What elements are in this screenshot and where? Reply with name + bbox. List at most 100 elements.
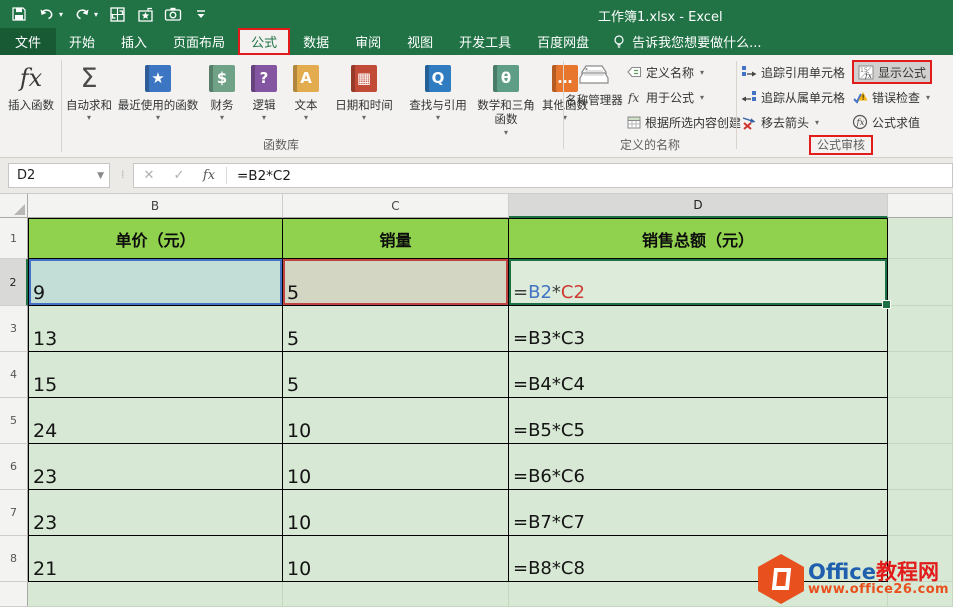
window-title: 工作簿1.xlsx - Excel — [598, 6, 723, 25]
watermark-suffix: 教程网 — [876, 560, 939, 584]
math-trig-icon: θ — [493, 65, 519, 92]
undo-icon[interactable] — [38, 5, 56, 23]
name-box-dropdown-icon[interactable]: ▼ — [97, 171, 104, 181]
cell-d7[interactable]: =B7*C7 — [509, 490, 888, 536]
cell-c3[interactable]: 5 — [283, 306, 509, 352]
chevron-down-icon: ▾ — [262, 113, 266, 122]
lookup-reference-button[interactable]: Q 查找与引用 ▾ — [401, 58, 475, 136]
watermark-brand: Office — [808, 560, 876, 584]
svg-text:fx: fx — [856, 118, 865, 128]
cell-b7[interactable]: 23 — [28, 490, 283, 536]
logical-button[interactable]: ? 逻辑 ▾ — [243, 58, 285, 136]
formula-input[interactable]: =B2*C2 — [233, 168, 291, 184]
trace-dependents-button[interactable]: 追踪从属单元格 — [741, 86, 845, 108]
tell-me-box[interactable]: 告诉我您想要做什么... — [602, 28, 771, 55]
worksheet-grid: B C D 1 单价（元） 销量 销售总额（元） 2 9 5 =B2*C2 3 … — [0, 194, 953, 607]
name-box[interactable]: D2 ▼ — [8, 163, 110, 188]
cell-c6[interactable]: 10 — [283, 444, 509, 490]
cell-d2-active[interactable]: =B2*C2 — [509, 259, 888, 306]
undo-dropdown-icon[interactable]: ▾ — [59, 10, 63, 19]
cell-c8[interactable]: 10 — [283, 536, 509, 582]
recent-functions-button[interactable]: ★ 最近使用的函数 ▾ — [115, 58, 201, 136]
cell-d1[interactable]: 销售总额（元） — [509, 218, 888, 259]
row-header-4[interactable]: 4 — [0, 352, 28, 398]
redo-dropdown-icon[interactable]: ▾ — [94, 10, 98, 19]
tab-formulas[interactable]: 公式 — [238, 28, 290, 55]
star-box-icon[interactable] — [136, 5, 154, 23]
cell-d3[interactable]: =B3*C3 — [509, 306, 888, 352]
use-in-formula-button[interactable]: fx 用于公式▾ — [627, 86, 704, 108]
column-header-e[interactable] — [888, 194, 953, 218]
cell-c1[interactable]: 销量 — [283, 218, 509, 259]
row-header-9[interactable] — [0, 582, 28, 607]
tab-data[interactable]: 数据 — [290, 28, 342, 55]
tab-page-layout[interactable]: 页面布局 — [160, 28, 238, 55]
cell-d5[interactable]: =B5*C5 — [509, 398, 888, 444]
tab-baidu-netdisk[interactable]: 百度网盘 — [524, 28, 602, 55]
select-all-corner[interactable] — [0, 194, 28, 218]
cell-b1[interactable]: 单价（元） — [28, 218, 283, 259]
formula-bar-splitter[interactable]: ⁞ — [121, 168, 125, 181]
cell-c7[interactable]: 10 — [283, 490, 509, 536]
customize-qat-icon[interactable] — [192, 5, 210, 23]
cell-c4[interactable]: 5 — [283, 352, 509, 398]
row-header-8[interactable]: 8 — [0, 536, 28, 582]
cell-b5[interactable]: 24 — [28, 398, 283, 444]
tab-view[interactable]: 视图 — [394, 28, 446, 55]
camera-icon[interactable] — [164, 5, 182, 23]
cell-d6[interactable]: =B6*C6 — [509, 444, 888, 490]
cancel-icon[interactable]: ✕ — [134, 168, 164, 183]
text-button[interactable]: A 文本 ▾ — [285, 58, 327, 136]
chevron-down-icon: ▾ — [304, 113, 308, 122]
tab-file[interactable]: 文件 — [0, 28, 56, 55]
trace-precedents-button[interactable]: 追踪引用单元格 — [741, 61, 845, 83]
row-header-2[interactable]: 2 — [0, 259, 28, 306]
row-header-5[interactable]: 5 — [0, 398, 28, 444]
evaluate-formula-button[interactable]: fx 公式求值 — [852, 111, 920, 133]
tab-home[interactable]: 开始 — [56, 28, 108, 55]
cell-b3[interactable]: 13 — [28, 306, 283, 352]
cell-b4[interactable]: 15 — [28, 352, 283, 398]
formula-bar: D2 ▼ ⁞ ✕ ✓ fx =B2*C2 — [0, 158, 953, 194]
financial-button[interactable]: $ 财务 ▾ — [201, 58, 243, 136]
save-icon[interactable] — [10, 5, 28, 23]
remove-arrows-button[interactable]: 移去箭头▾ — [741, 111, 819, 133]
cell-b8[interactable]: 21 — [28, 536, 283, 582]
name-manager-button[interactable]: 名称管理器 — [565, 58, 623, 107]
math-trig-button[interactable]: θ 数学和三角函数 ▾ — [475, 58, 537, 137]
show-formulas-icon: 15fx — [858, 65, 874, 80]
insert-function-icon[interactable]: fx — [194, 168, 224, 183]
redo-icon[interactable] — [73, 5, 91, 23]
insert-function-button[interactable]: fx 插入函数 — [2, 58, 60, 136]
create-from-selection-button[interactable]: 根据所选内容创建 — [627, 111, 741, 133]
row-header-1[interactable]: 1 — [0, 218, 28, 259]
evaluate-formula-icon: fx — [852, 114, 868, 130]
row-header-6[interactable]: 6 — [0, 444, 28, 490]
enter-icon[interactable]: ✓ — [164, 168, 194, 183]
formula-input-area: ✕ ✓ fx =B2*C2 — [133, 163, 953, 188]
column-header-c[interactable]: C — [283, 194, 509, 218]
show-formulas-button[interactable]: 15fx 显示公式 — [852, 60, 932, 84]
column-header-d[interactable]: D — [509, 194, 888, 218]
column-header-b[interactable]: B — [28, 194, 283, 218]
cell-b6[interactable]: 23 — [28, 444, 283, 490]
error-checking-button[interactable]: 错误检查▾ — [852, 86, 930, 108]
table-mode-icon[interactable] — [108, 5, 126, 23]
tab-developer[interactable]: 开发工具 — [446, 28, 524, 55]
cell-c5[interactable]: 10 — [283, 398, 509, 444]
row-header-3[interactable]: 3 — [0, 306, 28, 352]
tab-review[interactable]: 审阅 — [342, 28, 394, 55]
svg-text:fx: fx — [627, 91, 639, 104]
define-name-button[interactable]: 定义名称▾ — [627, 61, 704, 83]
autosum-button[interactable]: Σ 自动求和 ▾ — [63, 58, 115, 136]
group-label-defined-names: 定义的名称 — [565, 136, 735, 153]
trace-precedents-icon — [741, 65, 757, 79]
cell-d4[interactable]: =B4*C4 — [509, 352, 888, 398]
cell-b2[interactable]: 9 — [28, 259, 283, 306]
row-header-7[interactable]: 7 — [0, 490, 28, 536]
date-time-button[interactable]: ▦ 日期和时间 ▾ — [327, 58, 401, 136]
cell-c2[interactable]: 5 — [283, 259, 509, 306]
chevron-down-icon: ▾ — [362, 113, 366, 122]
trace-dependents-icon — [741, 90, 757, 104]
tab-insert[interactable]: 插入 — [108, 28, 160, 55]
